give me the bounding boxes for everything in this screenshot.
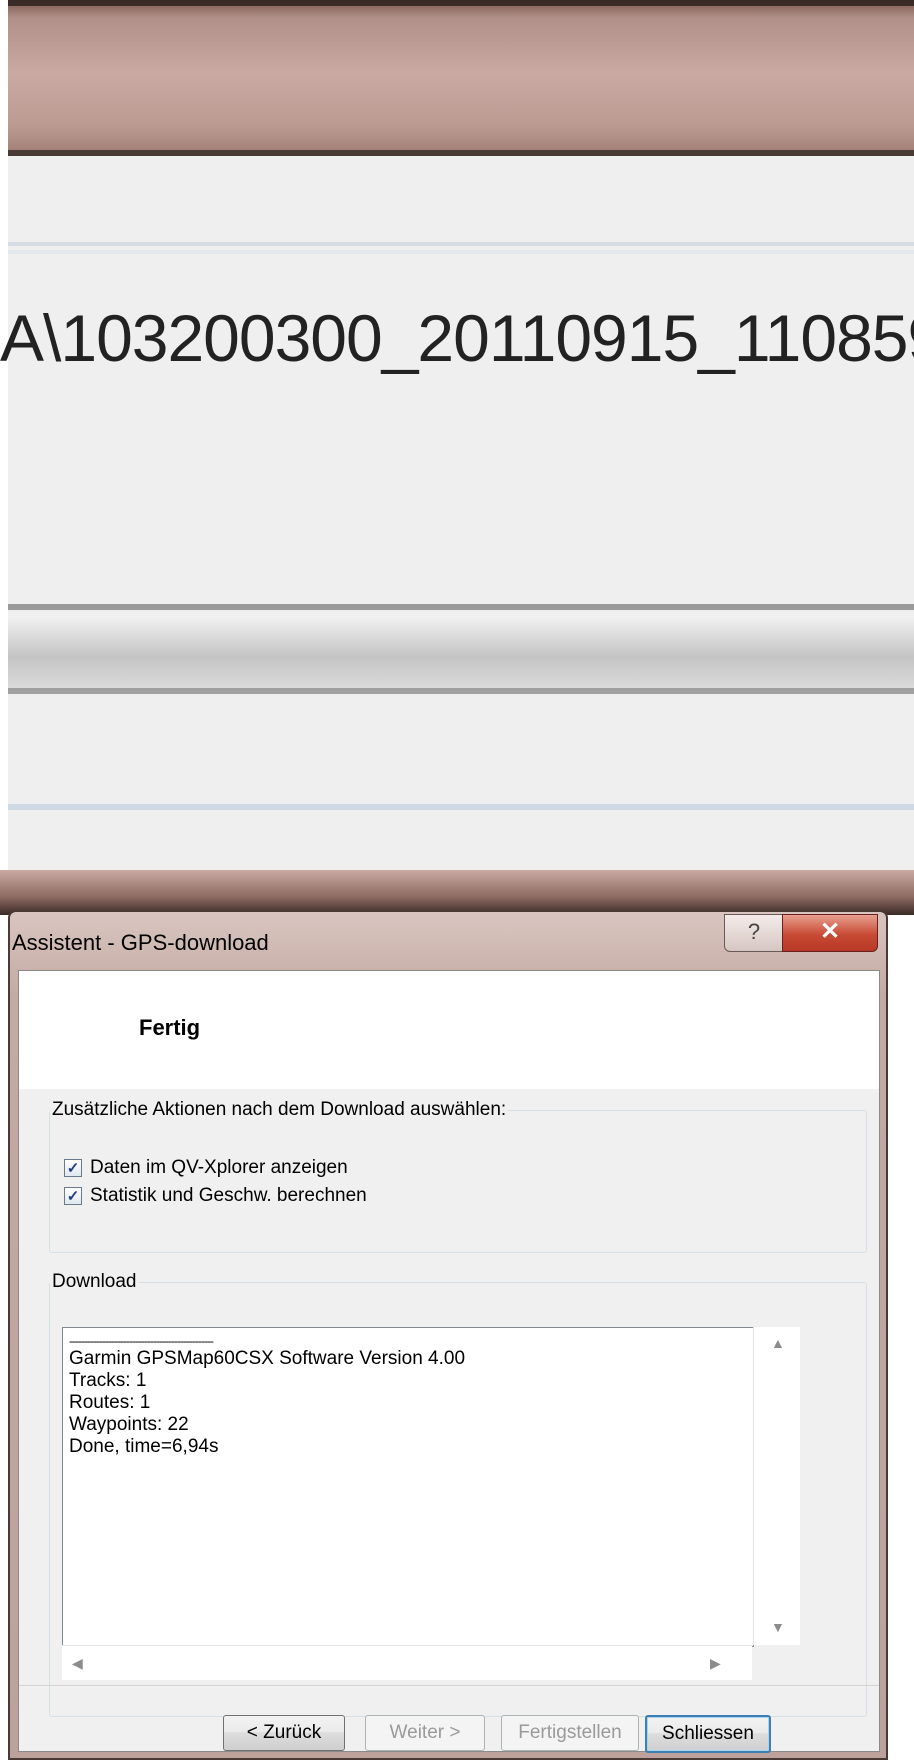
scroll-right-arrow-icon[interactable]: ▶ (710, 1655, 721, 1672)
log-line: Waypoints: 22 (69, 1414, 189, 1435)
checkbox-show-in-qv-xplorer[interactable]: ✓ Daten im QV-Xplorer anzeigen (64, 1157, 348, 1179)
horizontal-scrollbar[interactable]: ◀ ▶ (62, 1645, 752, 1680)
scroll-down-arrow-icon[interactable]: ▼ (771, 1619, 785, 1635)
log-line: Tracks: 1 (69, 1370, 147, 1391)
back-button[interactable]: < Zurück (223, 1715, 345, 1751)
download-group-legend: Download (52, 1271, 137, 1292)
download-group: Download -------------------------------… (49, 1271, 867, 1717)
help-button[interactable]: ? (724, 914, 784, 952)
zoomed-window-frame-bottom (0, 870, 914, 915)
gps-download-dialog: Assistent - GPS-download ? ✕ Fertig Zusä… (8, 910, 888, 1760)
checkbox-compute-statistics[interactable]: ✓ Statistik und Geschw. berechnen (64, 1185, 367, 1207)
actions-group-legend: Zusätzliche Aktionen nach dem Download a… (52, 1099, 507, 1120)
vertical-scrollbar[interactable]: ▲ ▼ (753, 1327, 800, 1645)
log-line: Done, time=6,94s (69, 1436, 219, 1457)
zoomed-separator (8, 804, 914, 810)
close-icon: ✕ (819, 918, 841, 945)
dialog-client-area: Fertig Zusätzliche Aktionen nach dem Dow… (18, 970, 880, 1753)
wizard-header: Fertig (19, 971, 879, 1089)
checkbox-label: Daten im QV-Xplorer anzeigen (90, 1157, 348, 1178)
scroll-up-arrow-icon[interactable]: ▲ (771, 1335, 785, 1351)
close-window-button[interactable]: ✕ (782, 914, 878, 952)
next-button[interactable]: Weiter > (365, 1715, 485, 1751)
download-log-textbox[interactable]: ----------------------------------------… (62, 1327, 754, 1647)
zoomed-separator (8, 242, 914, 246)
close-button[interactable]: Schliessen (645, 1715, 771, 1753)
dialog-title: Assistent - GPS-download (12, 930, 269, 955)
zoomed-grey-bar (8, 616, 914, 690)
zoomed-separator (8, 250, 914, 254)
page-title: Fertig (139, 1015, 201, 1040)
zoomed-window-frame (8, 0, 914, 156)
zoomed-file-path: A\103200300_20110915_110859.TRK (0, 301, 914, 375)
question-mark-icon: ? (747, 919, 761, 944)
scroll-left-arrow-icon[interactable]: ◀ (72, 1655, 83, 1672)
finish-button[interactable]: Fertigstellen (501, 1715, 639, 1751)
zoomed-dialog-body (8, 156, 914, 874)
zoomed-separator (8, 688, 914, 694)
log-line: ----------------------------------------… (69, 1334, 214, 1348)
title-bar[interactable]: Assistent - GPS-download ? ✕ (10, 912, 886, 970)
log-line: Garmin GPSMap60CSX Software Version 4.00 (69, 1348, 466, 1369)
log-line: Routes: 1 (69, 1392, 151, 1413)
footer-divider (19, 1685, 879, 1686)
checkmark-icon[interactable]: ✓ (64, 1187, 82, 1205)
zoomed-separator (8, 604, 914, 610)
checkbox-label: Statistik und Geschw. berechnen (90, 1185, 367, 1206)
actions-group: Zusätzliche Aktionen nach dem Download a… (49, 1099, 867, 1253)
zoomed-window-detail: A\103200300_20110915_110859.TRK (0, 0, 914, 915)
checkmark-icon[interactable]: ✓ (64, 1159, 82, 1177)
